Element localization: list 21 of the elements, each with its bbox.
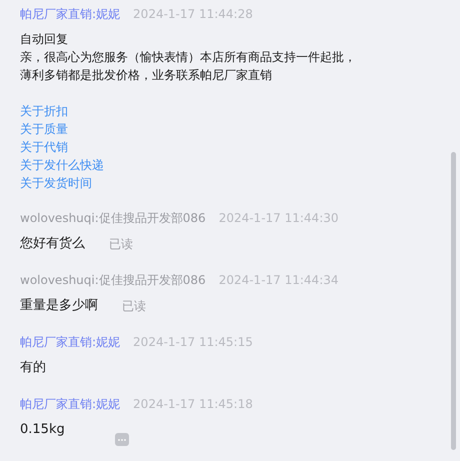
read-status: 已读 xyxy=(122,298,146,315)
quick-reply-link[interactable]: 关于发货时间 xyxy=(20,176,92,190)
message-text: 薄利多销都是批发价格，业务联系帕尼厂家直销 xyxy=(20,67,273,84)
message-text: 0.15kg xyxy=(20,421,65,439)
quick-reply-link[interactable]: 关于质量 xyxy=(20,122,68,136)
message-text: 重量是多少啊 xyxy=(20,297,98,315)
quick-reply-link[interactable]: 关于发什么快递 xyxy=(20,158,104,172)
sender-name: 帕尼厂家直销:妮妮 xyxy=(20,6,120,22)
sender-name: 帕尼厂家直销:妮妮 xyxy=(20,396,120,412)
sender-name: woloveshuqi:促佳搜品开发部086 xyxy=(20,210,206,226)
message-text: 有的 xyxy=(20,359,46,377)
sender-name: woloveshuqi:促佳搜品开发部086 xyxy=(20,272,206,288)
message-text: 自动回复 xyxy=(20,31,69,48)
more-icon[interactable] xyxy=(114,433,129,446)
sender-name: 帕尼厂家直销:妮妮 xyxy=(20,334,120,350)
quick-reply-link[interactable]: 关于代销 xyxy=(20,140,68,154)
quick-reply-link[interactable]: 关于折扣 xyxy=(20,104,68,118)
message-text: 亲，很高心为您服务（愉快表情）本店所有商品支持一件起批， xyxy=(20,49,356,66)
read-status: 已读 xyxy=(109,236,133,253)
scrollbar[interactable] xyxy=(451,152,456,450)
message-text: 您好有货么 xyxy=(20,235,85,253)
